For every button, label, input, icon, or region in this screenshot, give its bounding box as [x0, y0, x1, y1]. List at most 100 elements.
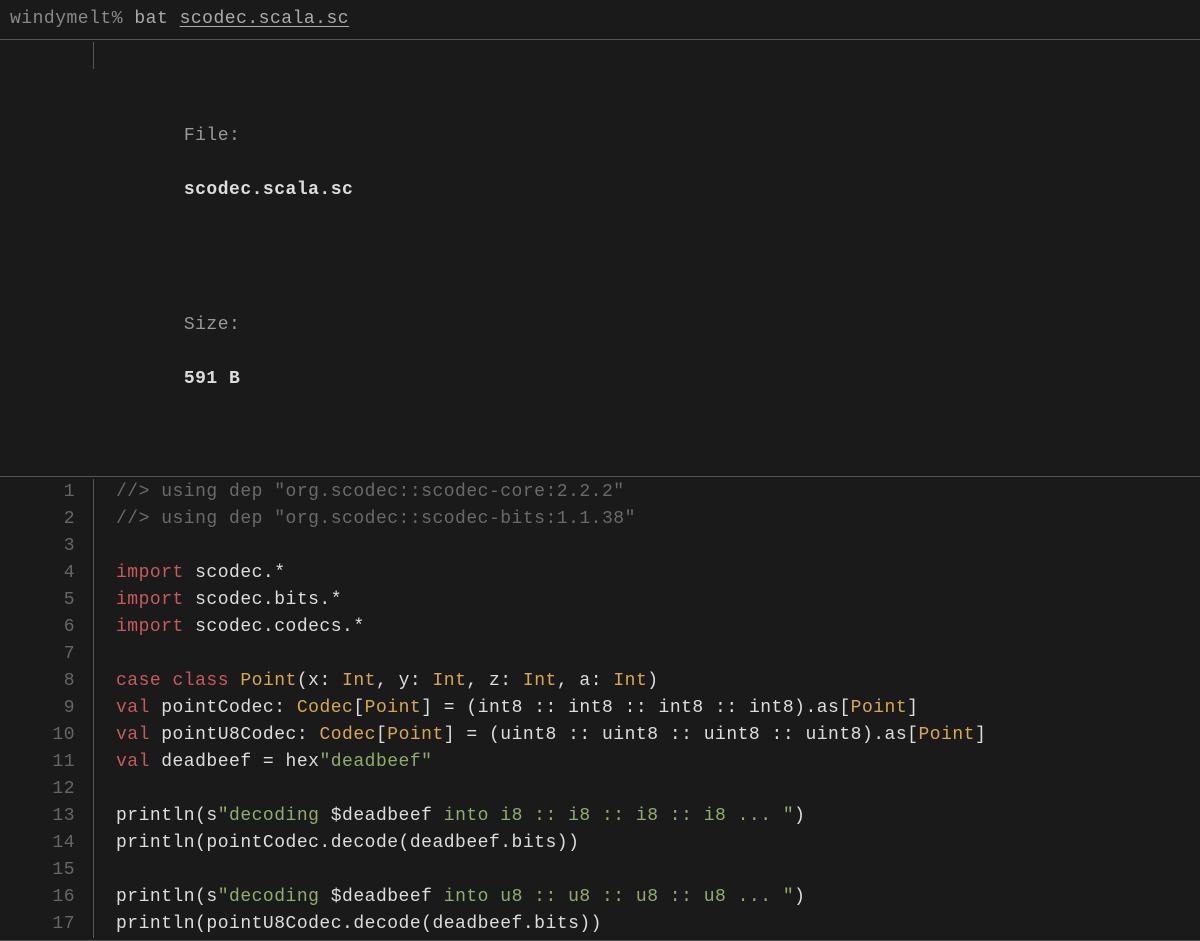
line-number: 14: [0, 830, 94, 857]
code-token: [: [353, 698, 364, 718]
code-token: println(s: [116, 887, 218, 907]
code-cell: val pointCodec: Codec[Point] = (int8 :: …: [94, 695, 918, 722]
code-cell: case class Point(x: Int, y: Int, z: Int,…: [94, 668, 659, 695]
line-number: 7: [0, 641, 94, 668]
code-token: , y:: [376, 671, 433, 691]
code-token: import: [116, 563, 184, 583]
code-cell: import scodec.*: [94, 560, 286, 587]
code-token: Codec: [297, 698, 354, 718]
code-row: 16println(s"decoding $deadbeef into u8 :…: [0, 884, 1200, 911]
code-token: Point: [365, 698, 422, 718]
shell-prompt: windymelt%: [10, 9, 123, 29]
code-row: 10val pointU8Codec: Codec[Point] = (uint…: [0, 722, 1200, 749]
code-token: , a:: [557, 671, 614, 691]
line-number: 10: [0, 722, 94, 749]
code-row: 11val deadbeef = hex"deadbeef": [0, 749, 1200, 776]
code-token: "decoding: [218, 887, 331, 907]
line-number: 1: [0, 479, 94, 506]
code-row: 4import scodec.*: [0, 560, 1200, 587]
code-token: deadbeef = hex: [150, 752, 320, 772]
code-token: println(pointU8Codec.decode(deadbeef.bit…: [116, 914, 602, 934]
code-token: ): [794, 806, 805, 826]
line-number: 15: [0, 857, 94, 884]
code-token: pointCodec:: [150, 698, 297, 718]
code-token: Codec: [319, 725, 376, 745]
code-cell: [94, 641, 127, 668]
code-token: ]: [975, 725, 986, 745]
shell-command: bat: [134, 9, 168, 29]
code-cell: //> using dep "org.scodec::scodec-bits:1…: [94, 506, 636, 533]
file-header: File: scodec.scala.sc Size: 591 B: [0, 42, 1200, 474]
line-number: 5: [0, 587, 94, 614]
code-token: into u8 :: u8 :: u8 :: u8 ... ": [432, 887, 794, 907]
code-token: Int: [613, 671, 647, 691]
line-number: 8: [0, 668, 94, 695]
code-token: Point: [240, 671, 297, 691]
line-number: 11: [0, 749, 94, 776]
code-cell: import scodec.bits.*: [94, 587, 342, 614]
code-row: 17println(pointU8Codec.decode(deadbeef.b…: [0, 911, 1200, 938]
code-token: println(s: [116, 806, 218, 826]
code-token: [229, 671, 240, 691]
code-token: val: [116, 725, 150, 745]
code-token: [: [376, 725, 387, 745]
code-token: into i8 :: i8 :: i8 :: i8 ... ": [432, 806, 794, 826]
code-cell: import scodec.codecs.*: [94, 614, 365, 641]
code-row: 1 //> using dep "org.scodec::scodec-core:…: [0, 479, 1200, 506]
divider: [0, 39, 1200, 40]
gutter-blank: [0, 42, 94, 69]
code-token: ): [794, 887, 805, 907]
code-cell: val deadbeef = hex"deadbeef": [94, 749, 432, 776]
code-row: 2 //> using dep "org.scodec::scodec-bits:…: [0, 506, 1200, 533]
code-cell: //> using dep "org.scodec::scodec-core:2…: [94, 479, 625, 506]
code-token: $deadbeef: [331, 887, 433, 907]
file-label: File:: [184, 126, 241, 146]
code-cell: val pointU8Codec: Codec[Point] = (uint8 …: [94, 722, 986, 749]
code-token: ] = (int8 :: int8 :: int8 :: int8).as[: [421, 698, 850, 718]
shell-prompt-line[interactable]: windymelt% bat scodec.scala.sc: [0, 6, 1200, 37]
code-token: //> using dep "org.scodec::scodec-bits:1…: [116, 509, 636, 529]
code-token: scodec.bits.*: [184, 590, 342, 610]
code-row: 15: [0, 857, 1200, 884]
code-row: 7: [0, 641, 1200, 668]
code-token: "decoding: [218, 806, 331, 826]
code-token: Int: [433, 671, 467, 691]
code-row: 3: [0, 533, 1200, 560]
code-row: 8case class Point(x: Int, y: Int, z: Int…: [0, 668, 1200, 695]
code-token: scodec.*: [184, 563, 286, 583]
line-number: 4: [0, 560, 94, 587]
code-cell: [94, 776, 127, 803]
code-token: val: [116, 752, 150, 772]
code-cell: [94, 533, 127, 560]
code-token: ]: [907, 698, 918, 718]
code-token: Int: [523, 671, 557, 691]
code-token: (x:: [297, 671, 342, 691]
code-body: 1 //> using dep "org.scodec::scodec-core:…: [0, 479, 1200, 938]
code-token: println(pointCodec.decode(deadbeef.bits)…: [116, 833, 579, 853]
code-token: Point: [387, 725, 444, 745]
code-token: //> using dep "org.scodec::scodec-core:2…: [116, 482, 625, 502]
code-token: Point: [851, 698, 908, 718]
divider: [0, 476, 1200, 477]
code-row: 13println(s"decoding $deadbeef into i8 :…: [0, 803, 1200, 830]
code-token: Point: [918, 725, 975, 745]
code-row: 5import scodec.bits.*: [0, 587, 1200, 614]
line-number: 3: [0, 533, 94, 560]
line-number: 2: [0, 506, 94, 533]
code-token: "deadbeef": [319, 752, 432, 772]
code-row: 12: [0, 776, 1200, 803]
code-token: case class: [116, 671, 229, 691]
code-token: $deadbeef: [331, 806, 433, 826]
code-cell: [94, 857, 127, 884]
line-number: 6: [0, 614, 94, 641]
code-token: import: [116, 617, 184, 637]
file-name: scodec.scala.sc: [184, 180, 354, 200]
code-cell: println(s"decoding $deadbeef into u8 :: …: [94, 884, 805, 911]
code-cell: println(s"decoding $deadbeef into i8 :: …: [94, 803, 805, 830]
code-token: scodec.codecs.*: [184, 617, 365, 637]
code-token: import: [116, 590, 184, 610]
code-cell: println(pointU8Codec.decode(deadbeef.bit…: [94, 911, 602, 938]
code-token: pointU8Codec:: [150, 725, 320, 745]
size-label: Size:: [184, 315, 241, 335]
code-token: Int: [342, 671, 376, 691]
